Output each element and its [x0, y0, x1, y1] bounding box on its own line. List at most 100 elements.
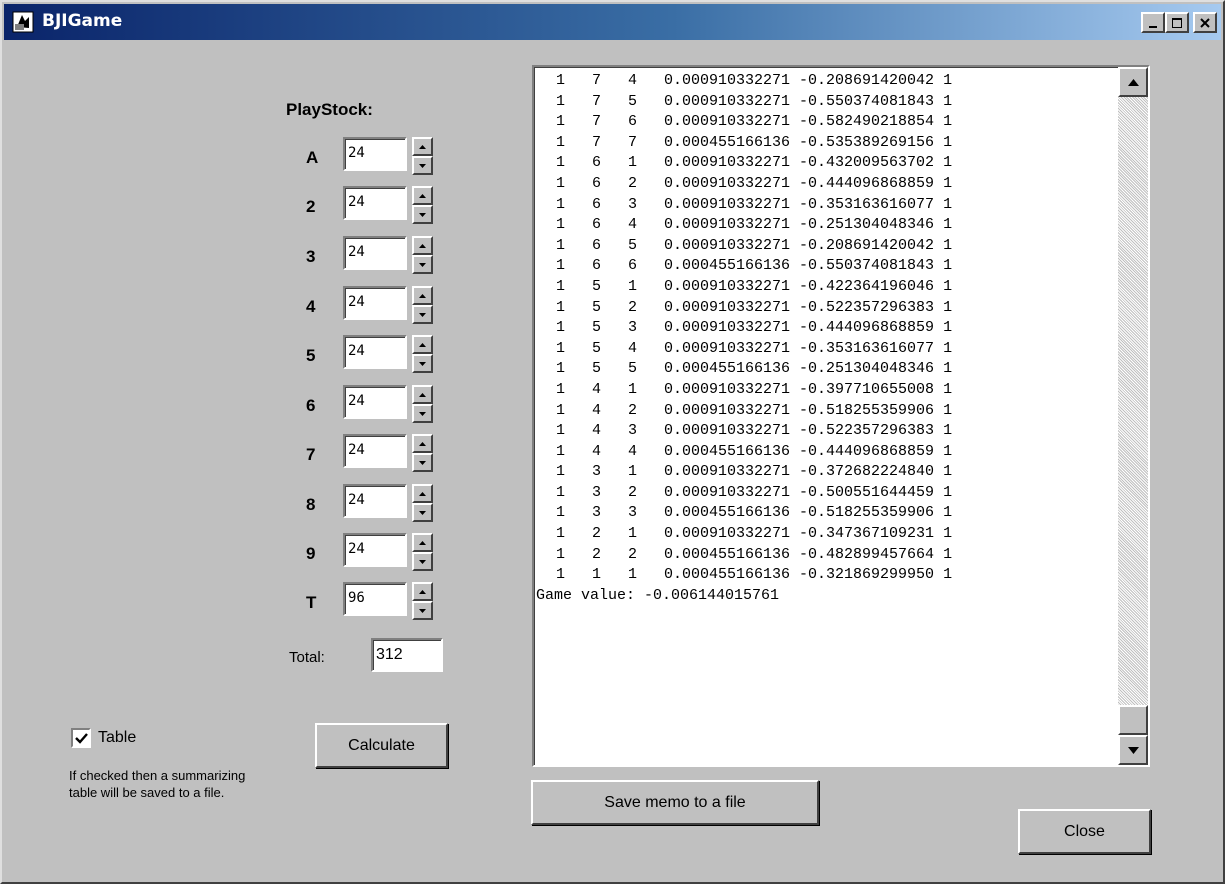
results-memo[interactable]: 1 7 4 0.000910332271 -0.208691420042 1 1 …: [532, 65, 1150, 767]
table-help-text-line1: If checked then a summarizing: [69, 768, 246, 783]
spin-down-button[interactable]: [412, 552, 433, 571]
total-field: 312: [371, 638, 443, 672]
spin-up-arrow-icon: [419, 589, 426, 594]
spin-up-arrow-icon: [419, 441, 426, 446]
playstock-heading: PlayStock:: [286, 100, 373, 119]
spin-down-button[interactable]: [412, 453, 433, 472]
close-icon: [1200, 17, 1210, 28]
spin-down-button[interactable]: [412, 305, 433, 324]
scrollbar-thumb[interactable]: [1118, 705, 1148, 735]
title-bar[interactable]: BJIGame: [4, 4, 1221, 40]
total-label: Total:: [289, 649, 325, 666]
memo-line: 1 2 2 0.000455166136 -0.482899457664 1: [556, 545, 953, 563]
rank-label: 9: [306, 544, 316, 563]
bjigame-app-icon[interactable]: [12, 11, 34, 33]
table-help-text-line2: table will be saved to a file.: [69, 785, 225, 800]
rank-label: 7: [306, 445, 316, 464]
memo-line: 1 6 4 0.000910332271 -0.251304048346 1: [556, 216, 953, 234]
spin-down-button[interactable]: [412, 601, 433, 620]
spin-down-arrow-icon: [419, 163, 426, 168]
memo-line: 1 7 7 0.000455166136 -0.535389269156 1: [556, 133, 953, 151]
memo-line: 1 4 1 0.000910332271 -0.397710655008 1: [556, 380, 953, 398]
spin-down-button[interactable]: [412, 404, 433, 423]
memo-vertical-scrollbar[interactable]: [1118, 67, 1148, 765]
spin-up-button[interactable]: [412, 484, 433, 503]
memo-line: 1 3 3 0.000455166136 -0.518255359906 1: [556, 504, 953, 522]
rank-7-count-input[interactable]: 24: [343, 434, 407, 468]
memo-line: 1 3 1 0.000910332271 -0.372682224840 1: [556, 463, 953, 481]
memo-line: 1 6 6 0.000455166136 -0.550374081843 1: [556, 257, 953, 275]
spin-down-arrow-icon: [419, 510, 426, 515]
spin-up-button[interactable]: [412, 385, 433, 404]
minimize-icon: [1149, 25, 1157, 28]
rank-2-count-input[interactable]: 24: [343, 186, 407, 220]
spin-up-button[interactable]: [412, 186, 433, 205]
spin-up-button[interactable]: [412, 286, 433, 305]
table-checkbox-label[interactable]: Table: [98, 729, 136, 747]
memo-line: 1 4 2 0.000910332271 -0.518255359906 1: [556, 401, 953, 419]
close-window-button[interactable]: [1193, 12, 1217, 33]
spin-up-arrow-icon: [419, 144, 426, 149]
spin-down-arrow-icon: [419, 460, 426, 465]
spin-up-button[interactable]: [412, 236, 433, 255]
memo-line: 1 6 3 0.000910332271 -0.353163616077 1: [556, 195, 953, 213]
rank-a-spinner: [412, 137, 433, 175]
rank-t-count-input[interactable]: 96: [343, 582, 407, 616]
close-button[interactable]: Close: [1018, 809, 1151, 854]
spin-up-arrow-icon: [419, 193, 426, 198]
spin-down-button[interactable]: [412, 255, 433, 274]
scroll-up-arrow-icon: [1127, 78, 1139, 86]
spin-up-button[interactable]: [412, 335, 433, 354]
spin-up-button[interactable]: [412, 533, 433, 552]
rank-8-count-input[interactable]: 24: [343, 484, 407, 518]
spin-up-button[interactable]: [412, 137, 433, 156]
rank-3-spinner: [412, 236, 433, 274]
scroll-up-button[interactable]: [1118, 67, 1148, 97]
rank-9-spinner: [412, 533, 433, 571]
save-memo-button[interactable]: Save memo to a file: [531, 780, 819, 825]
rank-a-count-input[interactable]: 24: [343, 137, 407, 171]
checkmark-icon: [74, 733, 88, 744]
maximize-button[interactable]: [1165, 12, 1189, 33]
memo-line: 1 7 6 0.000910332271 -0.582490218854 1: [556, 113, 953, 131]
rank-3-count-input[interactable]: 24: [343, 236, 407, 270]
spin-down-button[interactable]: [412, 503, 433, 522]
spin-down-button[interactable]: [412, 354, 433, 373]
memo-line: 1 6 5 0.000910332271 -0.208691420042 1: [556, 236, 953, 254]
spin-down-button[interactable]: [412, 156, 433, 175]
memo-line: 1 5 5 0.000455166136 -0.251304048346 1: [556, 360, 953, 378]
spin-up-arrow-icon: [419, 243, 426, 248]
memo-line: 1 2 1 0.000910332271 -0.347367109231 1: [556, 525, 953, 543]
spin-down-button[interactable]: [412, 205, 433, 224]
rank-5-spinner: [412, 335, 433, 373]
spin-up-arrow-icon: [419, 540, 426, 545]
memo-line: 1 4 4 0.000455166136 -0.444096868859 1: [556, 442, 953, 460]
spin-up-button[interactable]: [412, 434, 433, 453]
rank-t-spinner: [412, 582, 433, 620]
rank-4-spinner: [412, 286, 433, 324]
spin-down-arrow-icon: [419, 411, 426, 416]
spin-up-arrow-icon: [419, 491, 426, 496]
rank-9-count-input[interactable]: 24: [343, 533, 407, 567]
memo-line: 1 3 2 0.000910332271 -0.500551644459 1: [556, 483, 953, 501]
rank-label: 8: [306, 495, 316, 514]
table-checkbox[interactable]: [71, 728, 91, 748]
minimize-button[interactable]: [1141, 12, 1165, 33]
spin-up-arrow-icon: [419, 342, 426, 347]
memo-line: 1 4 3 0.000910332271 -0.522357296383 1: [556, 422, 953, 440]
rank-5-count-input[interactable]: 24: [343, 335, 407, 369]
memo-line: 1 1 1 0.000455166136 -0.321869299950 1: [556, 566, 953, 584]
rank-4-count-input[interactable]: 24: [343, 286, 407, 320]
spin-up-arrow-icon: [419, 293, 426, 298]
maximize-icon: [1172, 17, 1182, 28]
memo-text: 1 7 4 0.000910332271 -0.208691420042 1 1 …: [534, 71, 1116, 606]
scroll-down-button[interactable]: [1118, 735, 1148, 765]
calculate-button[interactable]: Calculate: [315, 723, 448, 768]
rank-2-spinner: [412, 186, 433, 224]
spin-up-button[interactable]: [412, 582, 433, 601]
rank-6-count-input[interactable]: 24: [343, 385, 407, 419]
rank-7-spinner: [412, 434, 433, 472]
spin-up-arrow-icon: [419, 392, 426, 397]
memo-line: 1 7 5 0.000910332271 -0.550374081843 1: [556, 92, 953, 110]
rank-8-spinner: [412, 484, 433, 522]
